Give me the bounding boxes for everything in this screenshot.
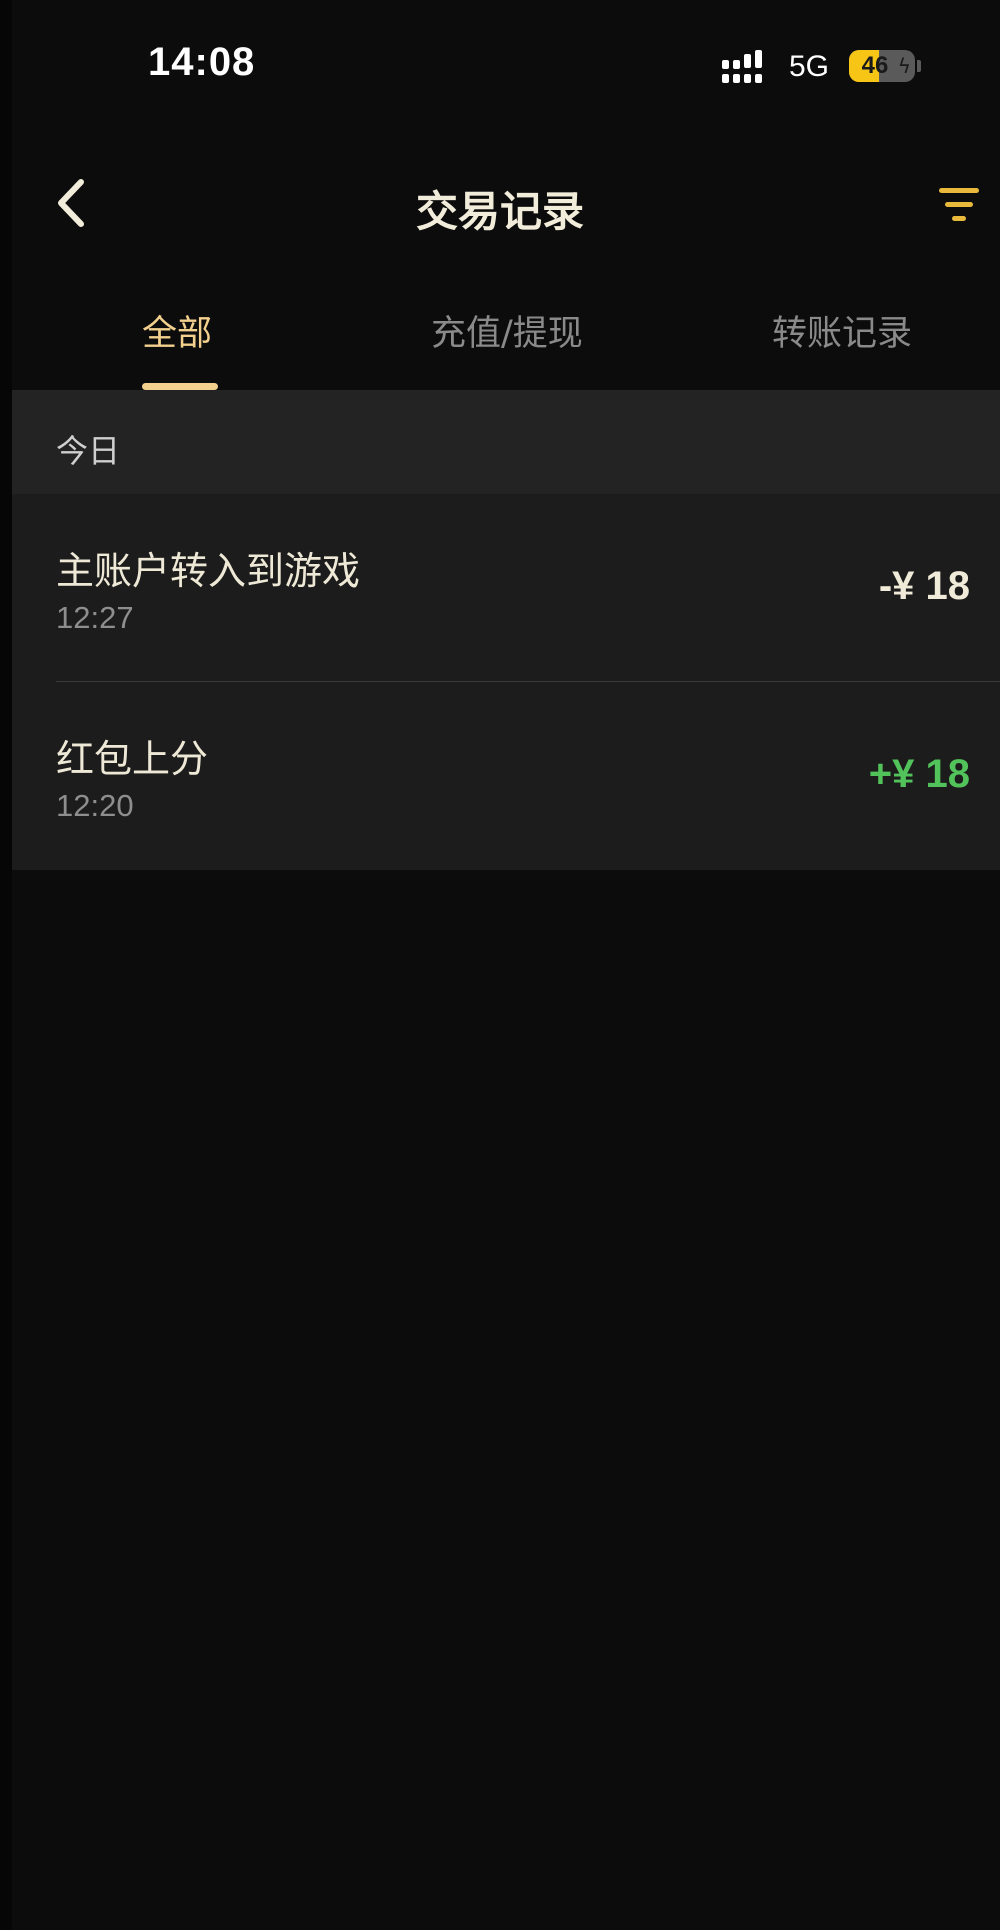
tab-all[interactable]: 全部: [142, 305, 212, 356]
transaction-row[interactable]: 主账户转入到游戏 12:27 -¥ 18: [12, 494, 1000, 682]
transaction-title: 主账户转入到游戏: [56, 549, 361, 593]
tab-recharge-withdraw[interactable]: 充值/提现: [431, 305, 583, 356]
nav-bar: 交易记录: [0, 150, 1000, 260]
filter-button[interactable]: [932, 183, 982, 225]
status-bar: 14:08 5G 46 ϟ: [0, 0, 1000, 130]
network-type: 5G: [789, 50, 830, 83]
charging-bolt-icon: ϟ: [897, 54, 911, 78]
filter-icon: [939, 188, 979, 221]
transaction-time: 12:20: [56, 788, 134, 823]
transaction-title: 红包上分: [56, 737, 209, 781]
tab-transfer-records[interactable]: 转账记录: [772, 305, 912, 356]
date-section-header: 今日: [12, 390, 1000, 494]
tab-bar: 全部 充值/提现 转账记录: [0, 295, 1000, 390]
battery-cap: [917, 60, 921, 72]
transaction-time: 12:27: [56, 600, 134, 635]
transaction-amount: +¥ 18: [868, 752, 970, 796]
battery-icon: 46 ϟ: [849, 50, 915, 82]
screen-edge: [0, 0, 12, 1930]
active-tab-indicator: [142, 383, 218, 390]
date-label: 今日: [56, 432, 121, 470]
transaction-list: 主账户转入到游戏 12:27 -¥ 18 红包上分 12:20 +¥ 18: [12, 494, 1000, 870]
transaction-amount: -¥ 18: [878, 564, 970, 608]
page-title: 交易记录: [415, 187, 584, 236]
battery-percent: 46: [861, 52, 889, 79]
status-time: 14:08: [148, 40, 256, 84]
transaction-row[interactable]: 红包上分 12:20 +¥ 18: [12, 682, 1000, 870]
signal-icon: [722, 50, 762, 83]
